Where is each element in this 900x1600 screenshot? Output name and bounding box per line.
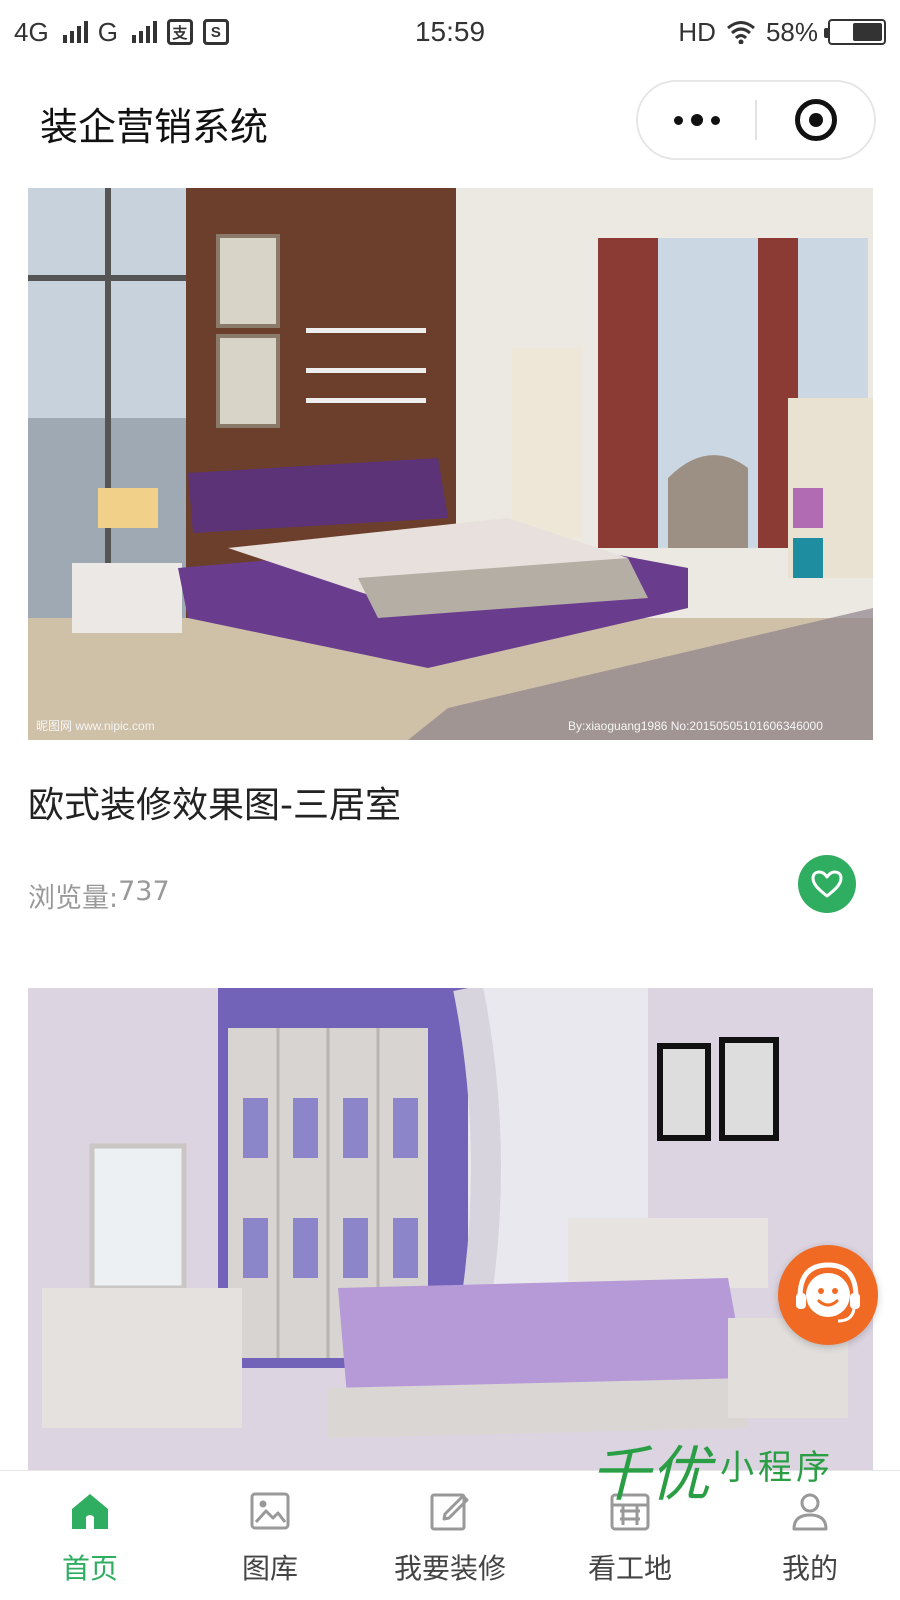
watermark-logo: 千优 bbox=[590, 1440, 710, 1510]
network-4g-label: 4G bbox=[14, 16, 49, 47]
app-notification-icon: S bbox=[202, 19, 229, 45]
feed-item-views: 浏览量: 737 bbox=[28, 876, 170, 915]
headset-icon bbox=[796, 1262, 860, 1323]
feed-item-image[interactable]: 昵图网 www.nipic.com By:xiaoguang1986 No:20… bbox=[28, 188, 873, 740]
bedroom-photo bbox=[28, 988, 873, 1470]
views-label: 浏览量: bbox=[28, 883, 119, 914]
mini-program-capsule bbox=[636, 80, 876, 160]
target-icon bbox=[794, 99, 837, 141]
tab-home[interactable]: 首页 bbox=[0, 1471, 180, 1600]
tab-label: 看工地 bbox=[587, 1552, 672, 1585]
views-count: 737 bbox=[118, 876, 170, 907]
page-title: 装企营销系统 bbox=[40, 105, 269, 149]
status-right: HD 58% bbox=[678, 17, 886, 48]
close-mini-program-button[interactable] bbox=[757, 82, 874, 158]
status-left: 4G G 支 S bbox=[14, 17, 229, 48]
feed-item-image[interactable] bbox=[28, 988, 873, 1470]
status-time: 15:59 bbox=[414, 16, 486, 47]
customer-service-button[interactable] bbox=[778, 1245, 878, 1345]
heart-icon bbox=[811, 870, 843, 898]
like-button[interactable] bbox=[798, 855, 856, 913]
tab-renovate[interactable]: 我要装修 bbox=[360, 1471, 540, 1600]
edit-icon bbox=[430, 1493, 469, 1531]
tab-profile[interactable]: 我的 bbox=[720, 1471, 900, 1600]
signal-icon bbox=[131, 21, 157, 43]
tab-gallery[interactable]: 图库 bbox=[180, 1471, 360, 1600]
battery-icon bbox=[824, 19, 886, 45]
image-watermark-right: By:xiaoguang1986 No:20150505101606346000 bbox=[568, 719, 823, 733]
tab-label: 图库 bbox=[241, 1552, 298, 1585]
more-icon bbox=[673, 114, 720, 126]
bedroom-photo: 昵图网 www.nipic.com By:xiaoguang1986 No:20… bbox=[28, 188, 873, 740]
image-watermark-left: 昵图网 www.nipic.com bbox=[36, 719, 155, 733]
gallery-icon bbox=[250, 1492, 290, 1530]
watermark-logo-subtitle: 小程序 bbox=[720, 1448, 834, 1488]
home-icon bbox=[72, 1494, 108, 1529]
signal-icon bbox=[62, 21, 88, 43]
status-bar: 4G G 支 S 15:59 HD 58% bbox=[0, 0, 900, 64]
alipay-notification-icon: 支 bbox=[166, 19, 193, 45]
bottom-tab-bar: 首页 图库 我要装修 看工地 我的 bbox=[0, 1470, 900, 1600]
hd-label: HD bbox=[678, 16, 716, 47]
tab-label: 首页 bbox=[61, 1552, 118, 1585]
more-button[interactable] bbox=[638, 82, 755, 158]
wifi-icon bbox=[726, 21, 755, 44]
tab-label: 我的 bbox=[781, 1552, 838, 1585]
tab-label: 我要装修 bbox=[393, 1552, 506, 1585]
battery-fill bbox=[853, 23, 882, 41]
network-g-label: G bbox=[97, 16, 118, 47]
user-icon bbox=[792, 1493, 828, 1531]
feed-item-title[interactable]: 欧式装修效果图-三居室 bbox=[28, 776, 401, 828]
battery-percent: 58% bbox=[765, 16, 818, 47]
